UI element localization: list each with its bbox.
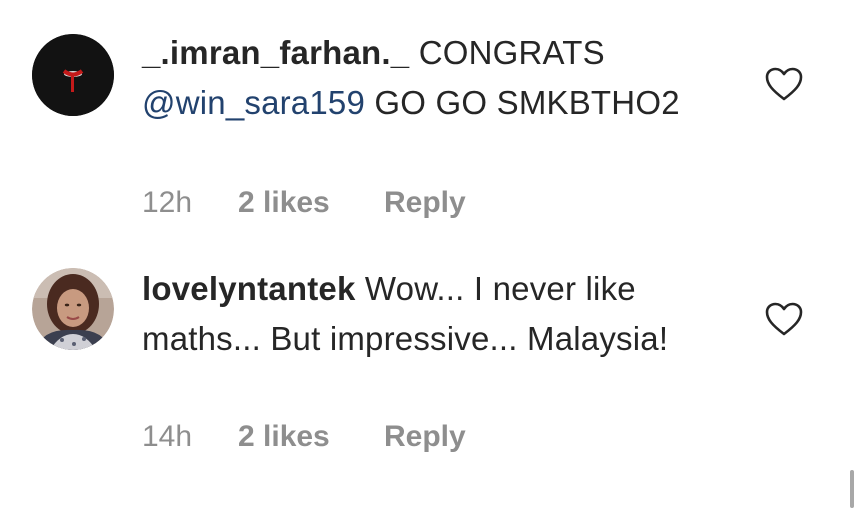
comment-meta: 14h 2 likes Reply [142, 420, 466, 454]
comment-timestamp: 14h [142, 420, 193, 453]
comment-body-continued: GO GO SMKBTHO2 [365, 84, 680, 121]
likes-count-link[interactable]: 2 likes [238, 420, 384, 454]
avatar[interactable] [32, 268, 114, 350]
comment-text: _.imran_farhan._ CONGRATS @win_sara159 G… [142, 28, 742, 128]
reply-button[interactable]: Reply [384, 186, 466, 220]
comment-item: _.imran_farhan._ CONGRATS @win_sara159 G… [0, 0, 860, 250]
comment-meta: 12h 2 likes Reply [142, 186, 466, 220]
likes-count-link[interactable]: 2 likes [238, 186, 384, 220]
comment-text: lovelyntantek Wow... I never like maths.… [142, 264, 742, 364]
heart-outline-icon[interactable] [764, 66, 804, 102]
comment-body: CONGRATS [409, 34, 605, 71]
mention-link[interactable]: @win_sara159 [142, 84, 365, 121]
heart-outline-icon[interactable] [764, 301, 804, 337]
woman-portrait-avatar [32, 268, 114, 350]
avatar[interactable] [32, 34, 114, 116]
comment-item: lovelyntantek Wow... I never like maths.… [0, 250, 860, 490]
scrollbar[interactable] [850, 470, 854, 508]
comment-username[interactable]: _.imran_farhan._ [142, 34, 409, 71]
reply-button[interactable]: Reply [384, 420, 466, 454]
comment-timestamp: 12h [142, 186, 193, 219]
comment-username[interactable]: lovelyntantek [142, 270, 356, 307]
dark-avatar-icon [32, 34, 114, 116]
